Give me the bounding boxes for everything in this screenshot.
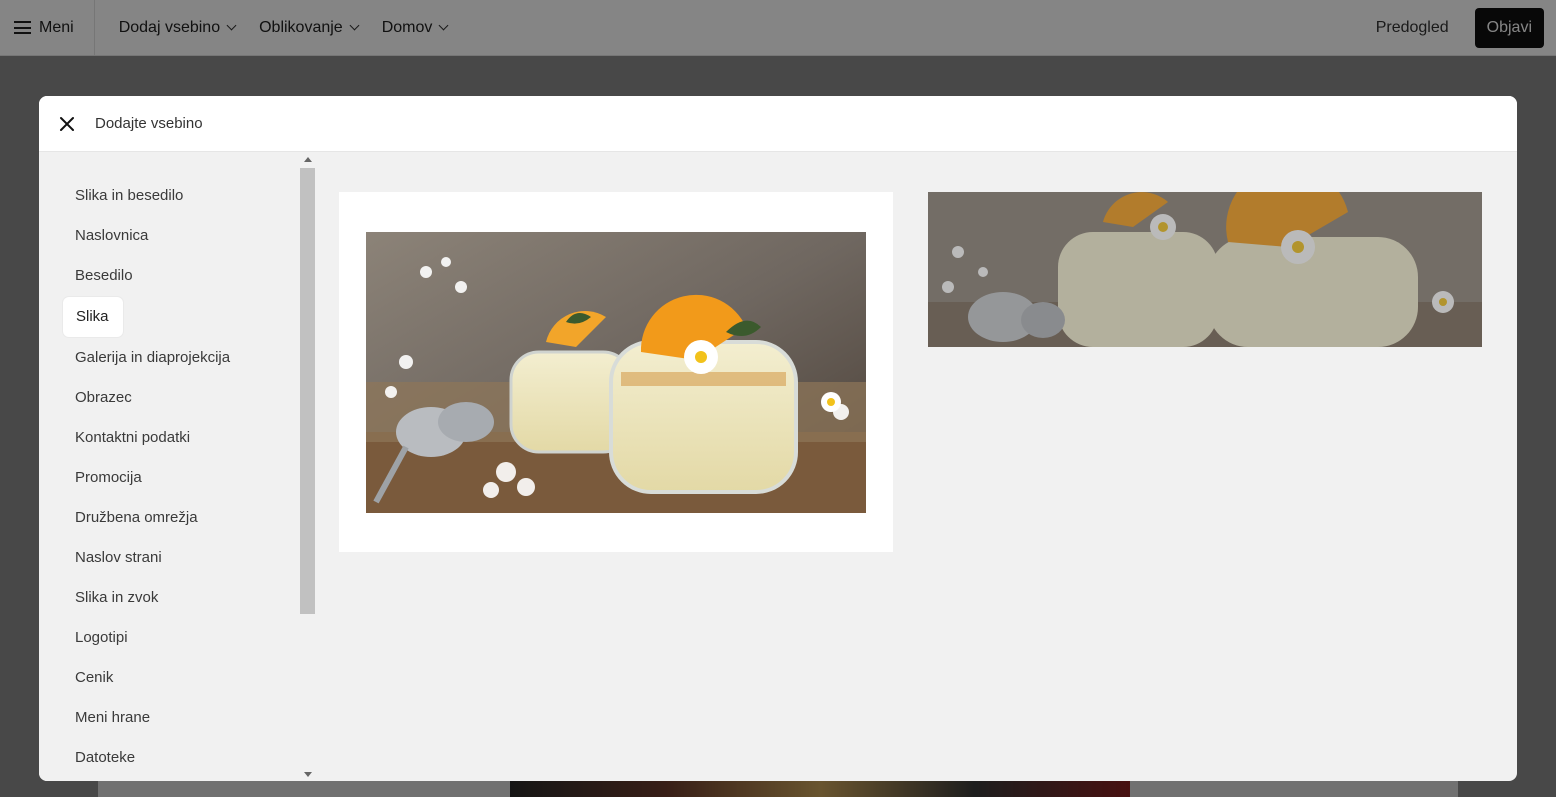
modal-title: Dodajte vsebino (95, 115, 203, 132)
sidebar-item-image-and-text[interactable]: Slika in besedilo (63, 176, 195, 216)
sidebar-item-image-audio[interactable]: Slika in zvok (63, 578, 170, 618)
close-icon[interactable] (39, 96, 95, 152)
sidebar-item-cover[interactable]: Naslovnica (63, 216, 160, 256)
content-type-sidebar: Slika in besedilo Naslovnica Besedilo Sl… (39, 152, 315, 781)
scroll-up-arrow-icon[interactable] (300, 152, 315, 166)
sidebar-item-logos[interactable]: Logotipi (63, 618, 140, 658)
scroll-down-arrow-icon[interactable] (300, 767, 315, 781)
sidebar-scrollbar[interactable] (300, 152, 315, 781)
template-gallery (315, 152, 1517, 781)
sidebar-item-social[interactable]: Družbena omrežja (63, 498, 210, 538)
sidebar-item-files[interactable]: Datoteke (63, 738, 147, 778)
sidebar-item-promotion[interactable]: Promocija (63, 458, 154, 498)
sidebar-item-form[interactable]: Obrazec (63, 378, 144, 418)
content-type-list: Slika in besedilo Naslovnica Besedilo Sl… (39, 152, 315, 778)
template-image-boxed[interactable] (339, 192, 893, 552)
sidebar-item-image[interactable]: Slika (63, 297, 123, 337)
modal-header: Dodajte vsebino (39, 96, 1517, 152)
sidebar-item-contact[interactable]: Kontaktni podatki (63, 418, 202, 458)
scrollbar-thumb[interactable] (300, 168, 315, 614)
sidebar-item-page-title[interactable]: Naslov strani (63, 538, 174, 578)
sidebar-item-food-menu[interactable]: Meni hrane (63, 698, 162, 738)
sidebar-item-pricing[interactable]: Cenik (63, 658, 125, 698)
template-image-wide[interactable] (928, 192, 1482, 347)
dessert-photo-wide (928, 192, 1482, 347)
add-content-modal: Dodajte vsebino Slika in besedilo Naslov… (39, 96, 1517, 781)
dessert-photo (366, 232, 866, 513)
sidebar-item-text[interactable]: Besedilo (63, 256, 145, 296)
sidebar-item-gallery[interactable]: Galerija in diaprojekcija (63, 338, 242, 378)
